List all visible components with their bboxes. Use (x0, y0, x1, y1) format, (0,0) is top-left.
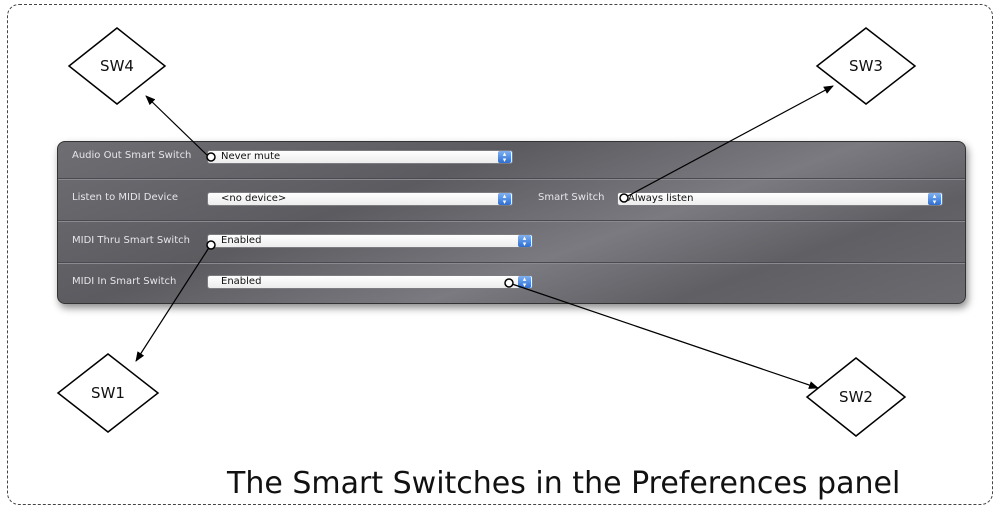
callout-sw1: SW1 (56, 240, 216, 433)
sw2-arrow (511, 283, 819, 389)
callout-overlay: SW4 SW3 SW1 SW2 (56, 27, 917, 437)
sw2-label: SW2 (839, 388, 873, 406)
diagram-caption: The Smart Switches in the Preferences pa… (227, 466, 901, 501)
callout-sw4: SW4 (67, 27, 216, 162)
sw4-arrow (145, 95, 210, 158)
sw1-arrow (135, 245, 211, 362)
sw4-label: SW4 (100, 57, 134, 75)
sw3-label: SW3 (849, 57, 883, 75)
diagram-canvas: Audio Out Smart Switch Never mute ▴ ▾ Lis… (0, 0, 998, 513)
sw4-anchor-dot (206, 152, 216, 162)
sw1-anchor-dot (206, 240, 216, 250)
callout-sw3: SW3 (619, 27, 917, 203)
sw2-anchor-dot (504, 278, 514, 288)
sw3-anchor-dot (619, 193, 629, 203)
sw3-arrow (625, 85, 834, 198)
sw1-label: SW1 (91, 384, 125, 402)
callout-sw2: SW2 (504, 278, 907, 437)
